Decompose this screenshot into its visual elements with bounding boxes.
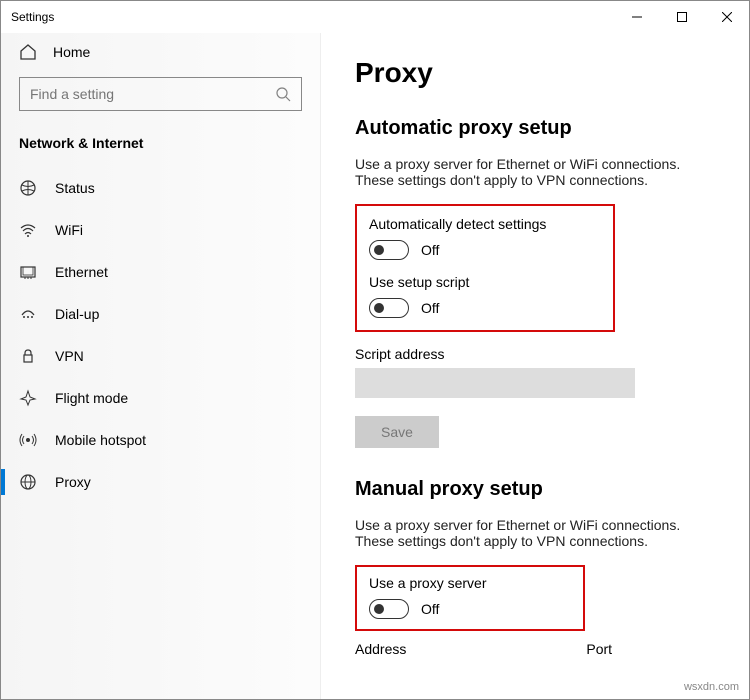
minimize-button[interactable] bbox=[614, 1, 659, 33]
auto-highlight-box: Automatically detect settings Off Use se… bbox=[355, 204, 615, 332]
sidebar-item-ethernet[interactable]: Ethernet bbox=[1, 251, 320, 293]
use-proxy-toggle[interactable] bbox=[369, 599, 409, 619]
script-state: Off bbox=[421, 300, 439, 316]
manual-description: Use a proxy server for Ethernet or WiFi … bbox=[355, 517, 715, 549]
main-content: Proxy Automatic proxy setup Use a proxy … bbox=[321, 33, 749, 699]
watermark: wsxdn.com bbox=[684, 681, 739, 693]
vpn-icon bbox=[19, 347, 37, 365]
sidebar-item-label: Proxy bbox=[55, 474, 91, 490]
wifi-icon bbox=[19, 221, 37, 239]
sidebar-item-label: Ethernet bbox=[55, 264, 108, 280]
auto-heading: Automatic proxy setup bbox=[355, 117, 715, 140]
script-toggle[interactable] bbox=[369, 298, 409, 318]
detect-state: Off bbox=[421, 242, 439, 258]
sidebar-item-label: Flight mode bbox=[55, 390, 128, 406]
window-controls bbox=[614, 1, 749, 33]
window-title: Settings bbox=[11, 10, 54, 24]
script-address-label: Script address bbox=[355, 346, 715, 362]
home-icon bbox=[19, 43, 37, 61]
script-address-input[interactable] bbox=[355, 368, 635, 398]
sidebar-item-wifi[interactable]: WiFi bbox=[1, 209, 320, 251]
sidebar-item-status[interactable]: Status bbox=[1, 167, 320, 209]
ethernet-icon bbox=[19, 263, 37, 281]
search-icon bbox=[275, 86, 291, 102]
sidebar-item-hotspot[interactable]: Mobile hotspot bbox=[1, 419, 320, 461]
sidebar-item-proxy[interactable]: Proxy bbox=[1, 461, 320, 503]
save-button[interactable]: Save bbox=[355, 416, 439, 448]
sidebar-item-flight[interactable]: Flight mode bbox=[1, 377, 320, 419]
search-input[interactable] bbox=[30, 86, 275, 102]
script-label: Use setup script bbox=[369, 274, 601, 290]
manual-highlight-box: Use a proxy server Off bbox=[355, 565, 585, 631]
dialup-icon bbox=[19, 305, 37, 323]
sidebar-item-label: Dial-up bbox=[55, 306, 99, 322]
detect-label: Automatically detect settings bbox=[369, 216, 601, 232]
sidebar-item-label: WiFi bbox=[55, 222, 83, 238]
sidebar-item-label: Mobile hotspot bbox=[55, 432, 146, 448]
proxy-icon bbox=[19, 473, 37, 491]
manual-heading: Manual proxy setup bbox=[355, 478, 715, 501]
section-title: Network & Internet bbox=[1, 135, 320, 167]
close-button[interactable] bbox=[704, 1, 749, 33]
address-label: Address bbox=[355, 641, 406, 657]
home-label: Home bbox=[53, 44, 90, 60]
flight-icon bbox=[19, 389, 37, 407]
titlebar: Settings bbox=[1, 1, 749, 33]
sidebar-item-label: VPN bbox=[55, 348, 84, 364]
page-title: Proxy bbox=[355, 57, 715, 89]
sidebar-item-label: Status bbox=[55, 180, 95, 196]
sidebar-item-dialup[interactable]: Dial-up bbox=[1, 293, 320, 335]
home-link[interactable]: Home bbox=[1, 33, 320, 75]
sidebar: Home Network & Internet Status WiFi Ethe… bbox=[1, 33, 321, 699]
search-box[interactable] bbox=[19, 77, 302, 111]
maximize-button[interactable] bbox=[659, 1, 704, 33]
status-icon bbox=[19, 179, 37, 197]
detect-toggle[interactable] bbox=[369, 240, 409, 260]
use-proxy-label: Use a proxy server bbox=[369, 575, 571, 591]
auto-description: Use a proxy server for Ethernet or WiFi … bbox=[355, 156, 715, 188]
hotspot-icon bbox=[19, 431, 37, 449]
sidebar-item-vpn[interactable]: VPN bbox=[1, 335, 320, 377]
use-proxy-state: Off bbox=[421, 601, 439, 617]
port-label: Port bbox=[586, 641, 612, 657]
